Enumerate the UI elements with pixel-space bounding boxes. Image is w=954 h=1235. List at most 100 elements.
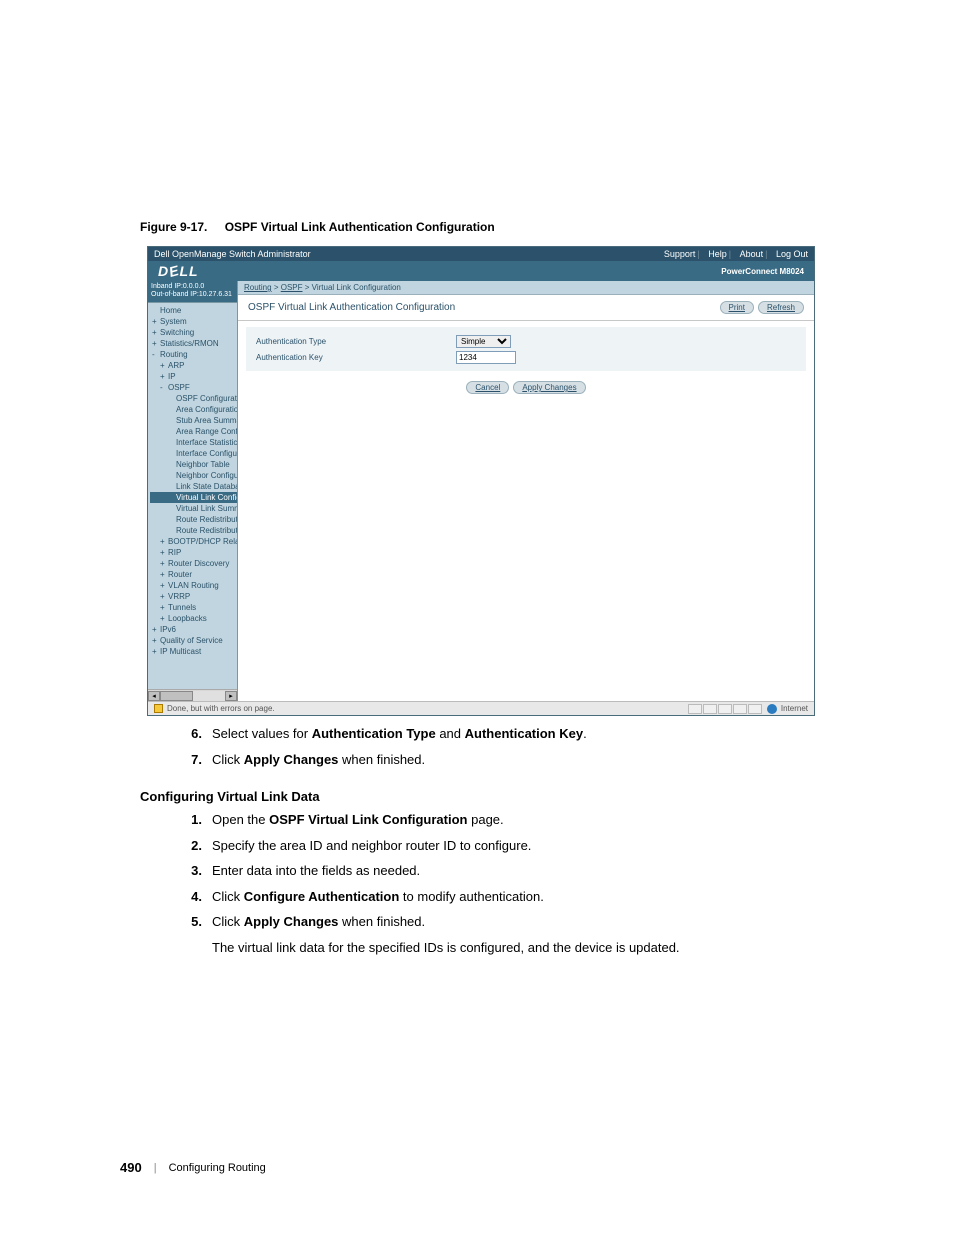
tree-expand-icon: + [160, 548, 168, 557]
step-number: 1. [180, 810, 202, 830]
link-support[interactable]: Support [664, 249, 696, 259]
steps-configuring: 1. Open the OSPF Virtual Link Configurati… [120, 810, 834, 957]
tree-item-label: Router Discovery [168, 559, 229, 568]
link-logout[interactable]: Log Out [776, 249, 808, 259]
tree-item-label: IP Multicast [160, 647, 201, 656]
tree-item[interactable]: -OSPF [150, 382, 237, 393]
horiz-scrollbar[interactable]: ◂ ▸ [148, 689, 237, 701]
tree-item-label: Route Redistribution [176, 526, 237, 535]
page-footer: 490 | Configuring Routing [120, 1160, 266, 1175]
tree-expand-icon: + [160, 559, 168, 568]
footer-separator: | [154, 1162, 157, 1174]
ip-outband: Out-of-band IP:10.27.6.31 [151, 291, 234, 299]
link-about[interactable]: About [740, 249, 764, 259]
tree-item[interactable]: OSPF Configuration [150, 393, 237, 404]
tree-item[interactable]: Neighbor Configurat [150, 470, 237, 481]
select-auth-type[interactable]: Simple [456, 335, 511, 348]
tree-expand-icon: + [152, 625, 160, 634]
tree-expand-icon: + [152, 328, 160, 337]
step-row: 3.Enter data into the fields as needed. [180, 861, 834, 881]
tree-item-label: VLAN Routing [168, 581, 219, 590]
tree-item-label: IPv6 [160, 625, 176, 634]
cancel-button[interactable]: Cancel [466, 381, 509, 394]
breadcrumb-current: Virtual Link Configuration [312, 283, 401, 292]
tree-item[interactable]: +Router [150, 569, 237, 580]
tree-item[interactable]: +IPv6 [150, 624, 237, 635]
tree-expand-icon: + [160, 581, 168, 590]
tree-item-label: Neighbor Table [176, 460, 230, 469]
tree-item[interactable]: Route Redistribution [150, 514, 237, 525]
status-boxes [688, 704, 763, 714]
tree-item-label: Routing [160, 350, 188, 359]
tree-item[interactable]: +Switching [150, 327, 237, 338]
refresh-button[interactable]: Refresh [758, 301, 804, 314]
tree-item[interactable]: Interface Statistics [150, 437, 237, 448]
apply-button[interactable]: Apply Changes [513, 381, 585, 394]
tree-item[interactable]: Link State Database [150, 481, 237, 492]
tree-item-label: Virtual Link Config [176, 493, 237, 502]
tree-item[interactable]: +IP Multicast [150, 646, 237, 657]
tree-item[interactable]: +RIP [150, 547, 237, 558]
admin-window: Dell OpenManage Switch Administrator Sup… [147, 246, 815, 716]
step-row: 1. Open the OSPF Virtual Link Configurati… [180, 810, 834, 830]
tree-item-label: IP [168, 372, 176, 381]
tree-item[interactable]: +BOOTP/DHCP Relay A [150, 536, 237, 547]
tree-item[interactable]: Area Range Configu [150, 426, 237, 437]
tree-item[interactable]: Virtual Link Summa [150, 503, 237, 514]
tree-item[interactable]: Route Redistribution [150, 525, 237, 536]
tree-item[interactable]: Stub Area Summary [150, 415, 237, 426]
tree-item-label: Stub Area Summary [176, 416, 237, 425]
step-text: Click Apply Changes when finished. [212, 750, 834, 770]
breadcrumb-ospf[interactable]: OSPF [281, 283, 303, 292]
tree-item[interactable]: +VRRP [150, 591, 237, 602]
tree-item[interactable]: +Quality of Service [150, 635, 237, 646]
input-auth-key[interactable] [456, 351, 516, 364]
step-text: Open the OSPF Virtual Link Configuration… [212, 810, 834, 830]
tree-item[interactable]: +Tunnels [150, 602, 237, 613]
tree-item[interactable]: +Router Discovery [150, 558, 237, 569]
tree-item[interactable]: +Loopbacks [150, 613, 237, 624]
tree-item[interactable]: Interface Configurati [150, 448, 237, 459]
tree-item[interactable]: +IP [150, 371, 237, 382]
tree-item[interactable]: +System [150, 316, 237, 327]
scroll-thumb[interactable] [160, 691, 193, 701]
tree-item[interactable]: +VLAN Routing [150, 580, 237, 591]
step-row: 4.Click Configure Authentication to modi… [180, 887, 834, 907]
tree-expand-icon: + [160, 570, 168, 579]
tree-item[interactable]: +ARP [150, 360, 237, 371]
ip-inband: Inband IP:0.0.0.0 [151, 283, 234, 291]
content-title: OSPF Virtual Link Authentication Configu… [248, 302, 455, 313]
tree-item-label: BOOTP/DHCP Relay A [168, 537, 237, 546]
tree-item-label: System [160, 317, 187, 326]
tree-item[interactable]: Home [150, 305, 237, 316]
step-text: Enter data into the fields as needed. [212, 861, 834, 881]
step-text: Specify the area ID and neighbor router … [212, 836, 834, 856]
tree-item[interactable]: Area Configuration [150, 404, 237, 415]
tree-item-label: Area Configuration [176, 405, 237, 414]
link-help[interactable]: Help [708, 249, 727, 259]
tree-item[interactable]: -Routing [150, 349, 237, 360]
tree-item[interactable]: Neighbor Table [150, 459, 237, 470]
tree-item-label: Interface Statistics [176, 438, 237, 447]
tree-expand-icon: + [160, 372, 168, 381]
figure-caption: Figure 9-17. OSPF Virtual Link Authentic… [120, 220, 834, 234]
tree-item[interactable]: +Statistics/RMON [150, 338, 237, 349]
nav-tree[interactable]: Home+System+Switching+Statistics/RMON-Ro… [148, 303, 237, 689]
scroll-right-icon[interactable]: ▸ [225, 691, 237, 701]
tree-item-label: Quality of Service [160, 636, 223, 645]
scroll-left-icon[interactable]: ◂ [148, 691, 160, 701]
content-header: OSPF Virtual Link Authentication Configu… [238, 295, 814, 321]
tree-item-label: Link State Database [176, 482, 237, 491]
tree-expand-icon: + [160, 592, 168, 601]
tree-item-label: OSPF Configuration [176, 394, 237, 403]
breadcrumb-routing[interactable]: Routing [244, 283, 272, 292]
step-row: 5.Click Apply Changes when finished.The … [180, 912, 834, 957]
tree-item[interactable]: Virtual Link Config [150, 492, 237, 503]
print-button[interactable]: Print [720, 301, 754, 314]
page-number: 490 [120, 1160, 142, 1175]
figure-number: Figure 9-17. [140, 220, 207, 234]
tree-expand-icon: + [152, 317, 160, 326]
tree-item-label: Statistics/RMON [160, 339, 219, 348]
breadcrumb: Routing > OSPF > Virtual Link Configurat… [238, 281, 814, 295]
tree-item-label: RIP [168, 548, 181, 557]
